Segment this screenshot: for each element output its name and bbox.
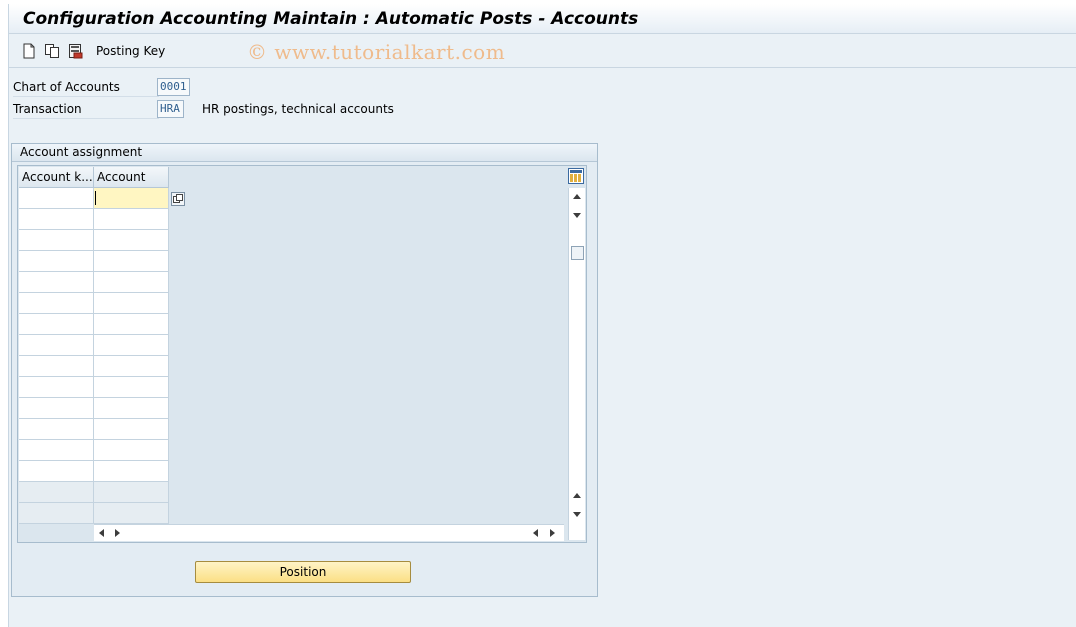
table-settings-icon[interactable] <box>568 168 584 184</box>
account-assignment-group: Account assignment Account k... Account <box>11 143 598 597</box>
scroll-left-end-icon[interactable] <box>533 529 538 537</box>
account-cell[interactable] <box>94 272 169 293</box>
vertical-scrollbar[interactable] <box>568 188 585 540</box>
new-entries-icon[interactable] <box>21 43 37 59</box>
account-key-cell <box>19 503 94 524</box>
account-key-cell[interactable] <box>19 335 94 356</box>
account-assignment-table: Account k... Account <box>17 165 587 543</box>
transaction-field[interactable]: HRA <box>157 100 184 118</box>
account-key-cell <box>19 482 94 503</box>
value-help-icon[interactable] <box>171 192 185 206</box>
account-cell[interactable] <box>94 461 169 482</box>
page-title: Configuration Accounting Maintain : Auto… <box>23 9 639 29</box>
account-key-cell[interactable] <box>19 209 94 230</box>
account-key-cell[interactable] <box>19 461 94 482</box>
account-cell[interactable] <box>94 440 169 461</box>
text-cursor <box>95 191 96 205</box>
transaction-description: HR postings, technical accounts <box>202 102 394 116</box>
chart-of-accounts-field[interactable]: 0001 <box>157 78 190 96</box>
account-cell <box>94 482 169 503</box>
account-cell[interactable] <box>94 251 169 272</box>
account-cell[interactable] <box>94 209 169 230</box>
scroll-page-down-icon[interactable] <box>573 512 581 517</box>
account-key-cell[interactable] <box>19 230 94 251</box>
account-key-cell[interactable] <box>19 188 94 209</box>
group-title: Account assignment <box>12 144 597 162</box>
account-key-cell[interactable] <box>19 377 94 398</box>
scroll-up-icon[interactable] <box>573 194 581 199</box>
scroll-right-end-icon[interactable] <box>550 529 555 537</box>
posting-key-button[interactable]: Posting Key <box>96 44 165 58</box>
account-key-cell[interactable] <box>19 440 94 461</box>
position-button[interactable]: Position <box>195 561 411 583</box>
account-cell[interactable] <box>94 335 169 356</box>
scroll-left-icon[interactable] <box>99 529 104 537</box>
sap-window: Configuration Accounting Maintain : Auto… <box>8 4 1076 627</box>
account-cell[interactable] <box>94 293 169 314</box>
account-cell[interactable] <box>94 398 169 419</box>
account-key-cell[interactable] <box>19 251 94 272</box>
copy-icon[interactable] <box>44 43 60 59</box>
account-key-cell[interactable] <box>19 419 94 440</box>
account-key-cell[interactable] <box>19 398 94 419</box>
scroll-down-icon[interactable] <box>573 213 581 218</box>
watermark: © www.tutorialkart.com <box>247 40 506 64</box>
title-bar: Configuration Accounting Maintain : Auto… <box>9 4 1076 34</box>
scroll-thumb[interactable] <box>571 246 584 260</box>
account-cell[interactable] <box>94 377 169 398</box>
column-header-account[interactable]: Account <box>94 167 169 188</box>
account-cell[interactable] <box>94 314 169 335</box>
scroll-right-icon[interactable] <box>115 529 120 537</box>
horizontal-scrollbar[interactable] <box>94 524 564 541</box>
account-cell[interactable] <box>94 188 169 209</box>
account-key-cell[interactable] <box>19 356 94 377</box>
account-key-cell[interactable] <box>19 293 94 314</box>
save-variant-icon[interactable] <box>67 43 83 59</box>
account-key-cell[interactable] <box>19 272 94 293</box>
account-cell <box>94 503 169 524</box>
application-toolbar: Posting Key © www.tutorialkart.com <box>9 35 1076 68</box>
account-key-cell[interactable] <box>19 314 94 335</box>
account-cell[interactable] <box>94 419 169 440</box>
transaction-label: Transaction <box>13 99 159 119</box>
account-cell[interactable] <box>94 230 169 251</box>
column-header-account-key[interactable]: Account k... <box>19 167 94 188</box>
account-cell[interactable] <box>94 356 169 377</box>
scroll-page-up-icon[interactable] <box>573 493 581 498</box>
chart-of-accounts-label: Chart of Accounts <box>13 77 159 97</box>
